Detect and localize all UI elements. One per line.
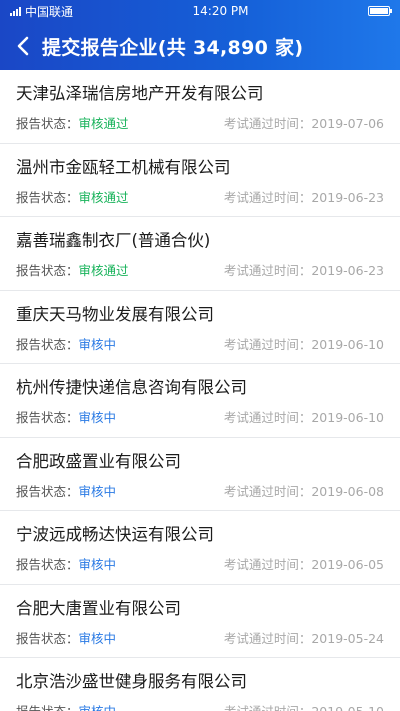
date-label: 考试通过时间： <box>223 263 312 278</box>
status-group: 报告状态：审核通过 <box>16 260 129 279</box>
pass-date: 2019-05-24 <box>311 630 384 646</box>
company-meta: 报告状态：审核中 考试通过时间：2019-06-10 <box>16 407 384 426</box>
company-list-item[interactable]: 重庆天马物业发展有限公司 报告状态：审核中 考试通过时间：2019-06-10 <box>0 290 400 364</box>
date-label: 考试通过时间： <box>223 189 312 205</box>
date-label: 考试通过时间： <box>223 116 312 131</box>
company-name: 合肥大唐置业有限公司 <box>16 598 181 618</box>
date-group: 考试通过时间：2019-05-24 <box>224 628 384 647</box>
status-badge: 审核中 <box>78 410 117 425</box>
date-label: 考试通过时间： <box>223 483 312 499</box>
company-list-item[interactable]: 合肥政盛置业有限公司 报告状态：审核中 考试通过时间：2019-06-08 <box>0 437 400 511</box>
status-badge: 审核通过 <box>78 189 129 205</box>
date-group: 考试通过时间：2019-06-23 <box>224 187 384 206</box>
page-title: 提交报告企业(共 34,890 家) <box>42 36 304 59</box>
pass-date: 2019-06-05 <box>311 557 384 572</box>
date-label: 考试通过时间： <box>223 630 312 646</box>
date-label: 考试通过时间： <box>223 410 312 425</box>
company-list-item[interactable]: 天津弘泽瑞信房地产开发有限公司 报告状态：审核通过 考试通过时间：2019-07-0… <box>0 70 400 144</box>
company-meta: 报告状态：审核中 考试通过时间：2019-05-10 <box>16 701 384 711</box>
company-name: 嘉善瑞鑫制衣厂(普通合伙) <box>16 231 211 250</box>
date-group: 考试通过时间：2019-06-23 <box>224 260 384 279</box>
chevron-left-icon <box>17 36 29 56</box>
carrier-name: 中国联通 <box>25 4 74 19</box>
company-meta: 报告状态：审核中 考试通过时间：2019-05-24 <box>16 628 384 647</box>
status-label: 报告状态： <box>16 263 79 278</box>
pass-date: 2019-06-23 <box>311 263 384 278</box>
date-label: 考试通过时间： <box>224 704 312 711</box>
date-label: 考试通过时间： <box>223 557 312 572</box>
battery-icon <box>367 6 392 16</box>
status-badge: 审核中 <box>78 483 117 499</box>
status-label: 报告状态： <box>16 189 79 205</box>
status-group: 报告状态：审核通过 <box>16 113 129 132</box>
status-group: 报告状态：审核中 <box>16 628 116 647</box>
pass-date: 2019-06-23 <box>311 189 384 205</box>
status-badge: 审核通过 <box>78 116 129 131</box>
company-list-item[interactable]: 宁波远成畅达快运有限公司 报告状态：审核中 考试通过时间：2019-06-05 <box>0 511 400 585</box>
status-label: 报告状态： <box>16 336 79 352</box>
carrier-info: 中国联通 <box>10 3 73 20</box>
company-meta: 报告状态：审核通过 考试通过时间：2019-06-23 <box>16 187 384 206</box>
status-group: 报告状态：审核中 <box>16 554 116 573</box>
status-badge: 审核通过 <box>78 263 129 278</box>
company-meta: 报告状态：审核通过 考试通过时间：2019-06-23 <box>16 260 384 279</box>
company-list-item[interactable]: 嘉善瑞鑫制衣厂(普通合伙) 报告状态：审核通过 考试通过时间：2019-06-23 <box>0 217 400 291</box>
date-group: 考试通过时间：2019-05-10 <box>224 701 384 711</box>
date-label: 考试通过时间： <box>223 336 312 352</box>
company-name: 天津弘泽瑞信房地产开发有限公司 <box>16 84 264 103</box>
company-name: 温州市金瓯轻工机械有限公司 <box>16 157 231 177</box>
company-meta: 报告状态：审核中 考试通过时间：2019-06-05 <box>16 554 384 573</box>
status-badge: 审核中 <box>78 557 117 572</box>
nav-bar: 提交报告企业(共 34,890 家) <box>0 22 400 70</box>
status-label: 报告状态： <box>16 557 79 572</box>
pass-date: 2019-05-10 <box>311 704 384 711</box>
app-header: 中国联通 14:20 PM 提交报告企业(共 34,890 家) <box>0 0 400 70</box>
status-badge: 审核中 <box>78 336 117 352</box>
back-button[interactable] <box>10 31 36 61</box>
status-group: 报告状态：审核中 <box>16 701 116 711</box>
clock: 14:20 PM <box>192 4 249 18</box>
date-group: 考试通过时间：2019-06-08 <box>224 481 384 500</box>
date-group: 考试通过时间：2019-06-10 <box>224 334 384 353</box>
company-name: 重庆天马物业发展有限公司 <box>16 304 214 324</box>
status-group: 报告状态：审核中 <box>16 481 116 500</box>
status-bar: 中国联通 14:20 PM <box>0 0 400 22</box>
status-badge: 审核中 <box>79 704 117 711</box>
status-label: 报告状态： <box>16 483 79 499</box>
status-label: 报告状态： <box>16 704 79 711</box>
pass-date: 2019-06-10 <box>311 336 384 352</box>
status-group: 报告状态：审核中 <box>16 407 116 426</box>
company-meta: 报告状态：审核通过 考试通过时间：2019-07-06 <box>16 113 384 132</box>
company-list: 天津弘泽瑞信房地产开发有限公司 报告状态：审核通过 考试通过时间：2019-07-0… <box>0 70 400 711</box>
company-meta: 报告状态：审核中 考试通过时间：2019-06-08 <box>16 481 384 500</box>
status-label: 报告状态： <box>16 410 79 425</box>
company-name: 合肥政盛置业有限公司 <box>16 451 181 471</box>
date-group: 考试通过时间：2019-07-06 <box>224 113 384 132</box>
pass-date: 2019-06-10 <box>311 410 384 425</box>
status-badge: 审核中 <box>78 630 117 646</box>
date-group: 考试通过时间：2019-06-10 <box>224 407 384 426</box>
company-list-item[interactable]: 杭州传捷快递信息咨询有限公司 报告状态：审核中 考试通过时间：2019-06-10 <box>0 364 400 438</box>
status-label: 报告状态： <box>16 630 79 646</box>
pass-date: 2019-06-08 <box>311 483 384 499</box>
company-meta: 报告状态：审核中 考试通过时间：2019-06-10 <box>16 334 384 353</box>
company-name: 杭州传捷快递信息咨询有限公司 <box>16 378 247 397</box>
date-group: 考试通过时间：2019-06-05 <box>224 554 384 573</box>
pass-date: 2019-07-06 <box>311 116 384 131</box>
signal-icon <box>10 6 21 16</box>
company-list-item[interactable]: 合肥大唐置业有限公司 报告状态：审核中 考试通过时间：2019-05-24 <box>0 584 400 658</box>
company-list-item[interactable]: 温州市金瓯轻工机械有限公司 报告状态：审核通过 考试通过时间：2019-06-23 <box>0 143 400 217</box>
status-group: 报告状态：审核中 <box>16 334 116 353</box>
company-list-item[interactable]: 北京浩沙盛世健身服务有限公司报告状态：审核中 考试通过时间：2019-05-10 <box>0 658 400 711</box>
status-group: 报告状态：审核通过 <box>16 187 129 206</box>
company-name: 北京浩沙盛世健身服务有限公司 <box>16 672 247 691</box>
status-label: 报告状态： <box>16 116 79 131</box>
company-name: 宁波远成畅达快运有限公司 <box>16 525 214 544</box>
